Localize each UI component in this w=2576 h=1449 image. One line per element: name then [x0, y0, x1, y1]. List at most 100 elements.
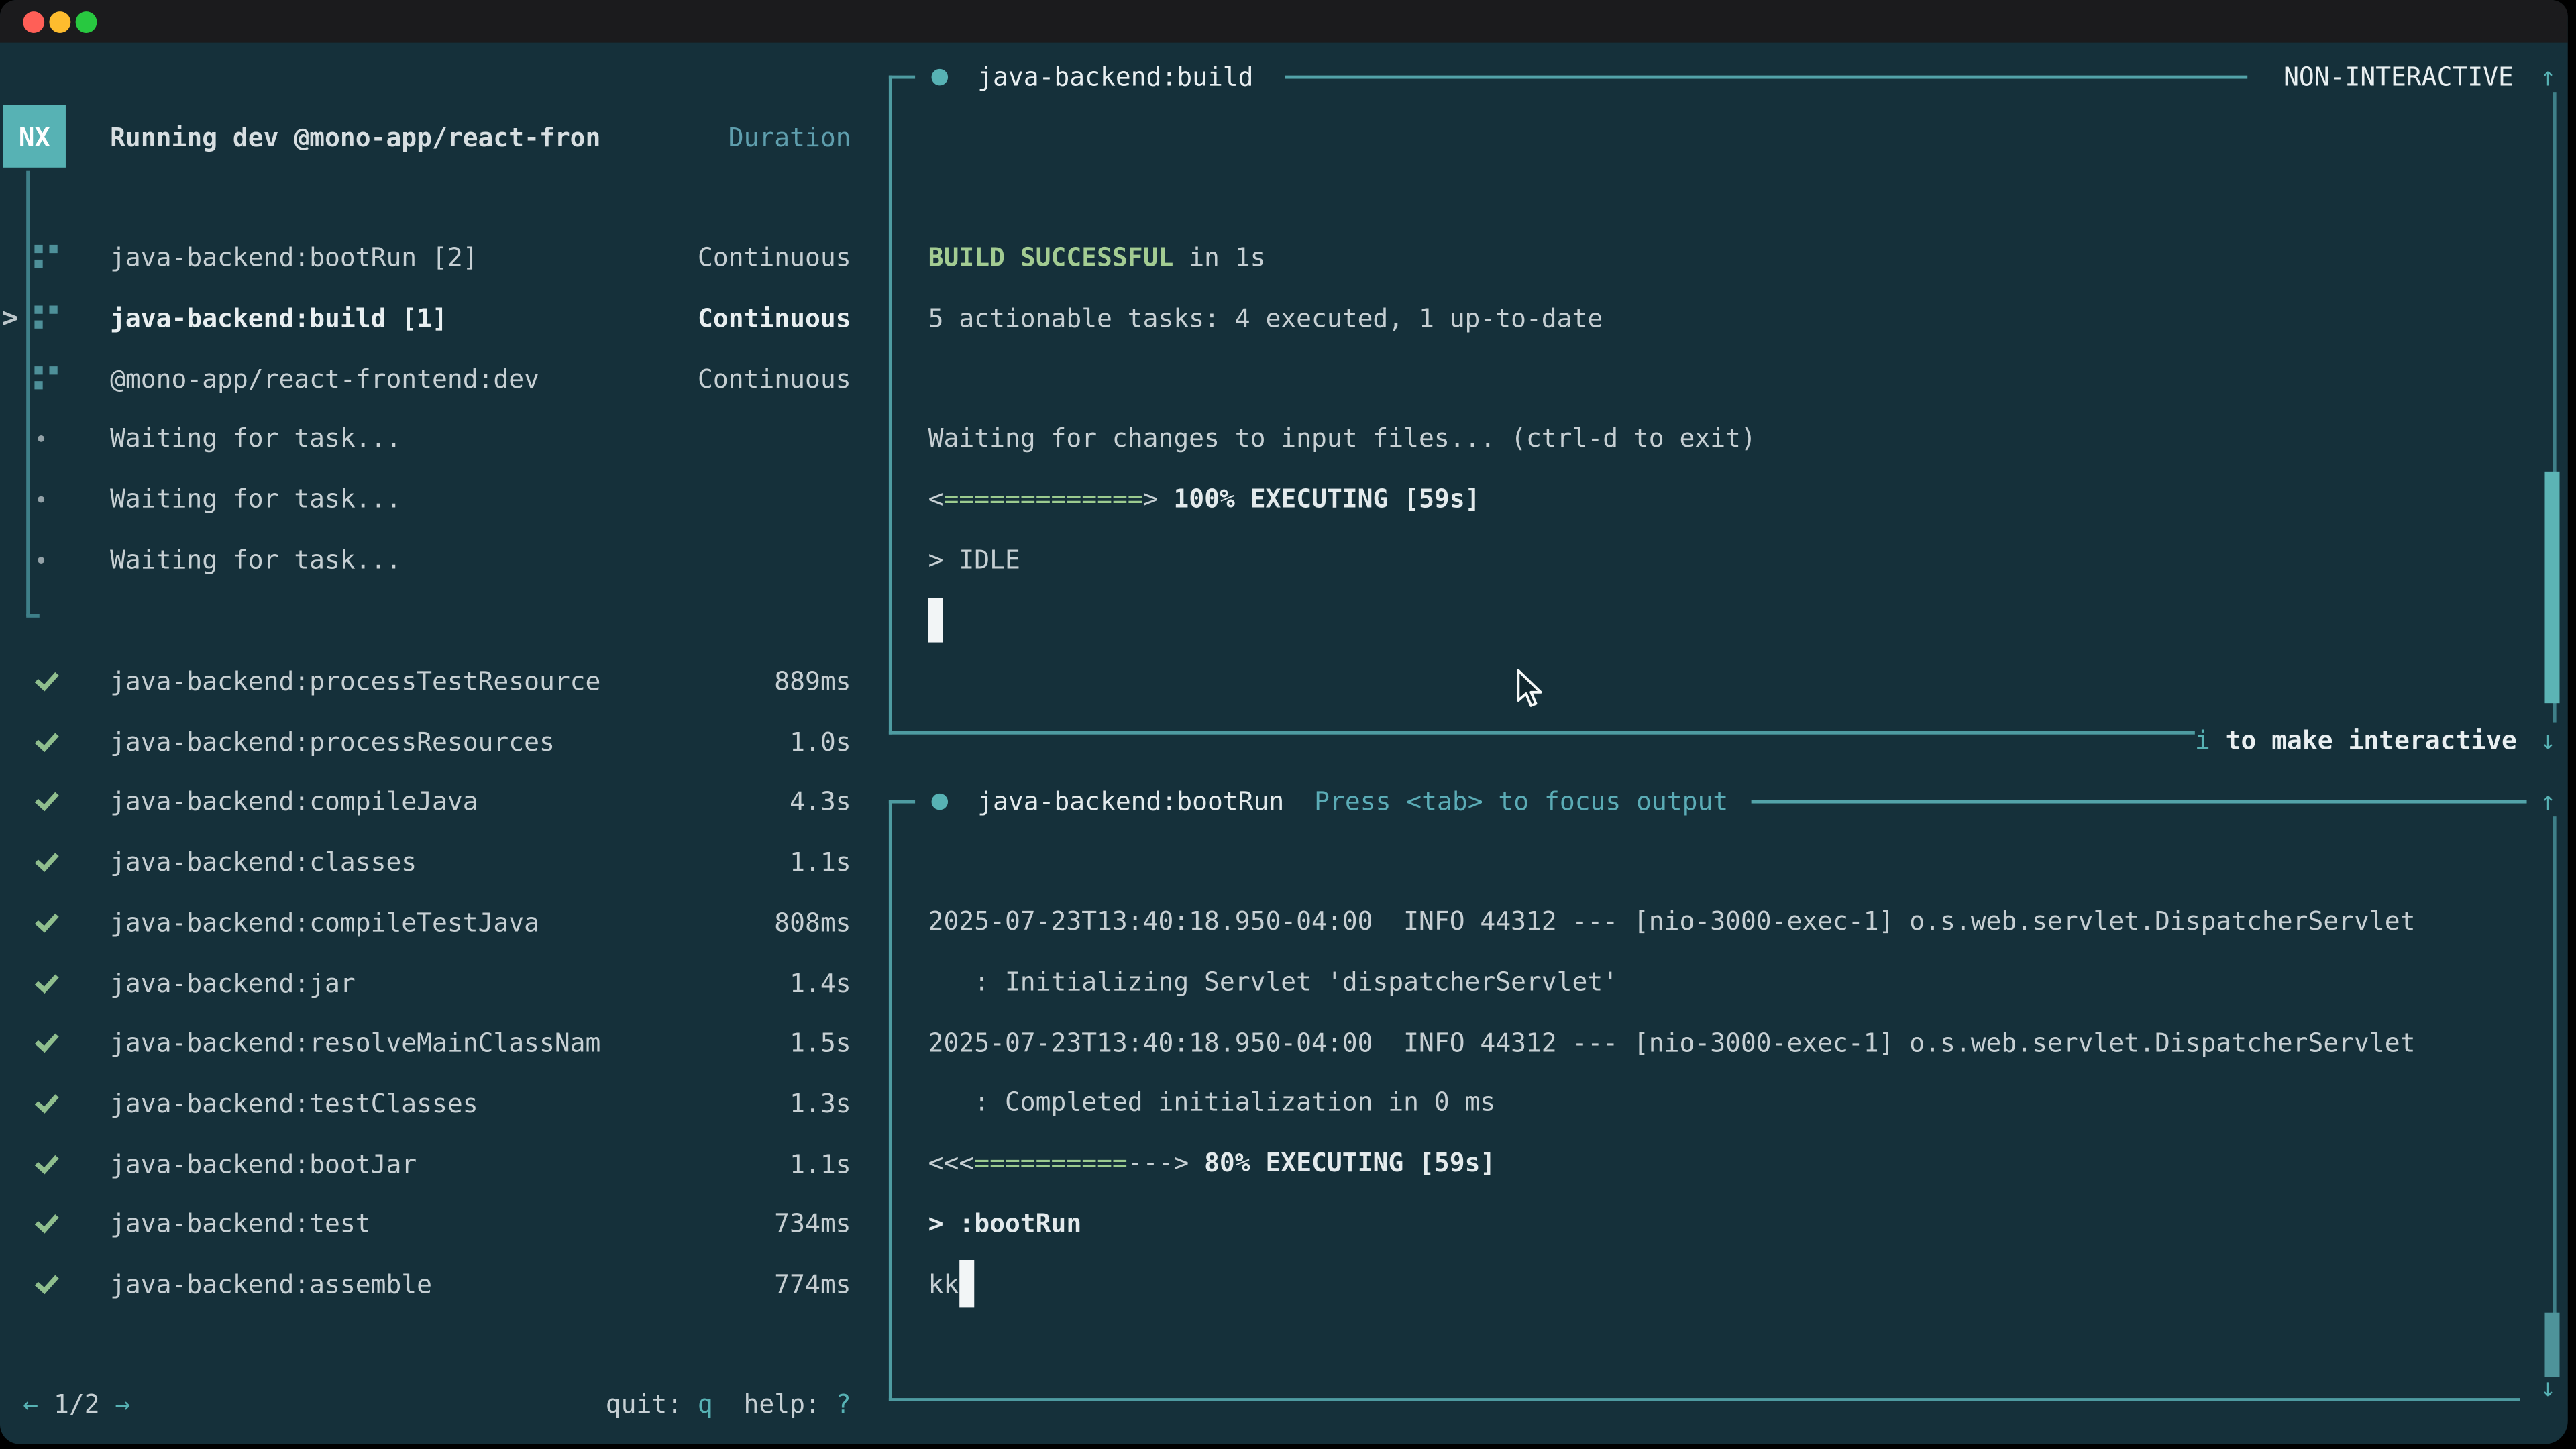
quit-label: quit: — [606, 1390, 698, 1419]
maximize-button[interactable] — [74, 11, 96, 32]
check-icon — [35, 787, 59, 812]
spinner-icon — [34, 305, 42, 313]
gradle-progress-line: <=============> 100% EXECUTING [59s] — [928, 478, 1481, 521]
running-task-row[interactable]: java-backend:bootRun [2]Continuous — [0, 227, 851, 288]
check-icon — [35, 1089, 59, 1114]
completed-task-row[interactable]: java-backend:processTestResource 889ms — [0, 651, 851, 712]
mouse-pointer — [1516, 669, 1542, 710]
dot-icon — [38, 557, 44, 564]
task-duration: 1.3s — [790, 1089, 851, 1118]
header-rule — [1752, 800, 2527, 804]
scrollbar-track[interactable] — [2553, 816, 2557, 1365]
scroll-down-icon[interactable]: ↓ — [2532, 720, 2565, 763]
sidebar-title: Running dev @mono-app/react-fron — [110, 117, 600, 160]
completed-task-row[interactable]: java-backend:resolveMainClassNam1.5s — [0, 1013, 851, 1074]
running-task-row[interactable]: @mono-app/react-frontend:devContinuous — [0, 348, 851, 409]
progress-label: 80% EXECUTING [59s] — [1189, 1148, 1495, 1178]
task-label: Waiting for task... — [110, 425, 401, 454]
terminal-cursor — [959, 1260, 974, 1307]
progress-fill-bar: ========== — [974, 1148, 1128, 1178]
task-label: Waiting for task... — [110, 545, 401, 575]
page-indicator: 1/2 — [38, 1390, 115, 1419]
interactive-hint-key: i — [2195, 726, 2210, 755]
task-label: Waiting for task... — [110, 485, 401, 515]
hint-gap — [713, 1390, 744, 1419]
help-label: help: — [744, 1390, 836, 1419]
idle-line: > IDLE — [928, 539, 1020, 582]
completed-task-row[interactable]: java-backend:classes 1.1s — [0, 833, 851, 894]
task-group-bracket-foot — [25, 614, 39, 618]
check-icon — [35, 727, 59, 751]
task-duration: 1.4s — [790, 969, 851, 998]
task-label: java-backend:compileJava — [110, 788, 478, 817]
running-task-row[interactable]: Waiting for task... — [0, 470, 851, 531]
scroll-down-icon[interactable]: ↓ — [2532, 1367, 2565, 1410]
pane-border — [889, 800, 915, 804]
scroll-up-icon[interactable]: ↑ — [2532, 780, 2565, 823]
task-label: java-backend:processTestResource — [110, 667, 600, 696]
task-status-dot — [932, 794, 948, 810]
progress-close-bracket: > — [1143, 484, 1159, 514]
quit-key: q — [698, 1390, 713, 1419]
completed-task-row[interactable]: java-backend:compileJava 4.3s — [0, 772, 851, 833]
running-task-row[interactable]: Waiting for task... — [0, 530, 851, 591]
completed-task-row[interactable]: java-backend:compileTestJava808ms — [0, 893, 851, 954]
scrollbar-thumb[interactable] — [2544, 472, 2559, 703]
task-label: java-backend:assemble — [110, 1270, 432, 1299]
progress-open-bracket: < — [928, 484, 944, 514]
spinner-icon — [34, 366, 42, 374]
log-line: 2025-07-23T13:40:18.950-04:00 INFO 44312… — [928, 1021, 2416, 1064]
completed-task-row[interactable]: java-backend:bootJar1.1s — [0, 1134, 851, 1195]
header-rule — [1285, 76, 2247, 79]
completed-task-row[interactable]: java-backend:jar1.4s — [0, 953, 851, 1014]
dot-icon — [38, 436, 44, 443]
completed-task-row[interactable]: java-backend:processResources 1.0s — [0, 712, 851, 773]
gradle-progress-line: <<<==========---> 80% EXECUTING [59s] — [928, 1142, 1496, 1185]
completed-task-row[interactable]: java-backend:test734ms — [0, 1194, 851, 1255]
stdin-input-text[interactable]: kk — [928, 1263, 959, 1306]
page-next-icon[interactable]: → — [115, 1390, 130, 1419]
running-task-row[interactable]: Waiting for task... — [0, 409, 851, 470]
task-duration: 1.1s — [790, 848, 851, 877]
scroll-up-icon[interactable]: ↑ — [2532, 56, 2565, 99]
completed-task-row[interactable]: java-backend:testClasses1.3s — [0, 1073, 851, 1134]
check-icon — [35, 1028, 59, 1053]
terminal-window: NX Running dev @mono-app/react-fron Dura… — [0, 0, 2568, 1444]
task-duration: 889ms — [774, 667, 851, 696]
pane-border-left — [889, 76, 892, 735]
task-label: java-backend:resolveMainClassNam — [110, 1029, 600, 1059]
help-key: ? — [836, 1390, 851, 1419]
progress-label: 100% EXECUTING [59s] — [1159, 484, 1481, 514]
log-line: 2025-07-23T13:40:18.950-04:00 INFO 44312… — [928, 900, 2416, 943]
task-duration: 1.0s — [790, 727, 851, 757]
progress-close-bracket: ---> — [1128, 1148, 1189, 1178]
focus-output-hint: Press <tab> to focus output — [1314, 780, 1728, 823]
task-label: java-backend:processResources — [110, 727, 555, 757]
build-result-line: BUILD SUCCESSFUL in 1s — [928, 237, 1266, 280]
duration-column-header: Duration — [729, 117, 851, 160]
pane-border-left — [889, 800, 892, 1401]
check-icon — [35, 968, 59, 993]
minimize-button[interactable] — [48, 11, 70, 32]
pane-border — [889, 76, 915, 79]
tasks-summary-line: 5 actionable tasks: 4 executed, 1 up-to-… — [928, 297, 1603, 340]
window-titlebar[interactable] — [0, 0, 2568, 43]
close-button[interactable] — [22, 11, 44, 32]
prompt-line: > :bootRun — [928, 1203, 1082, 1246]
non-interactive-badge: NON-INTERACTIVE — [2284, 56, 2514, 99]
terminal-cursor — [928, 598, 943, 642]
check-icon — [35, 667, 59, 692]
check-icon — [35, 1210, 59, 1234]
task-label: @mono-app/react-frontend:dev — [110, 364, 539, 394]
completed-task-row[interactable]: java-backend:assemble774ms — [0, 1254, 851, 1316]
task-duration: 734ms — [774, 1210, 851, 1239]
page-prev-icon[interactable]: ← — [23, 1390, 38, 1419]
running-task-row[interactable]: >java-backend:build [1]Continuous — [0, 288, 851, 349]
task-duration: 808ms — [774, 908, 851, 938]
task-label: java-backend:classes — [110, 848, 417, 877]
check-icon — [35, 908, 59, 932]
task-status-dot — [932, 69, 948, 85]
sidebar-footer: ← 1/2 → quit: q help: ? — [0, 1383, 851, 1426]
task-duration: 4.3s — [790, 788, 851, 817]
progress-fill-bar: ============= — [944, 484, 1143, 514]
